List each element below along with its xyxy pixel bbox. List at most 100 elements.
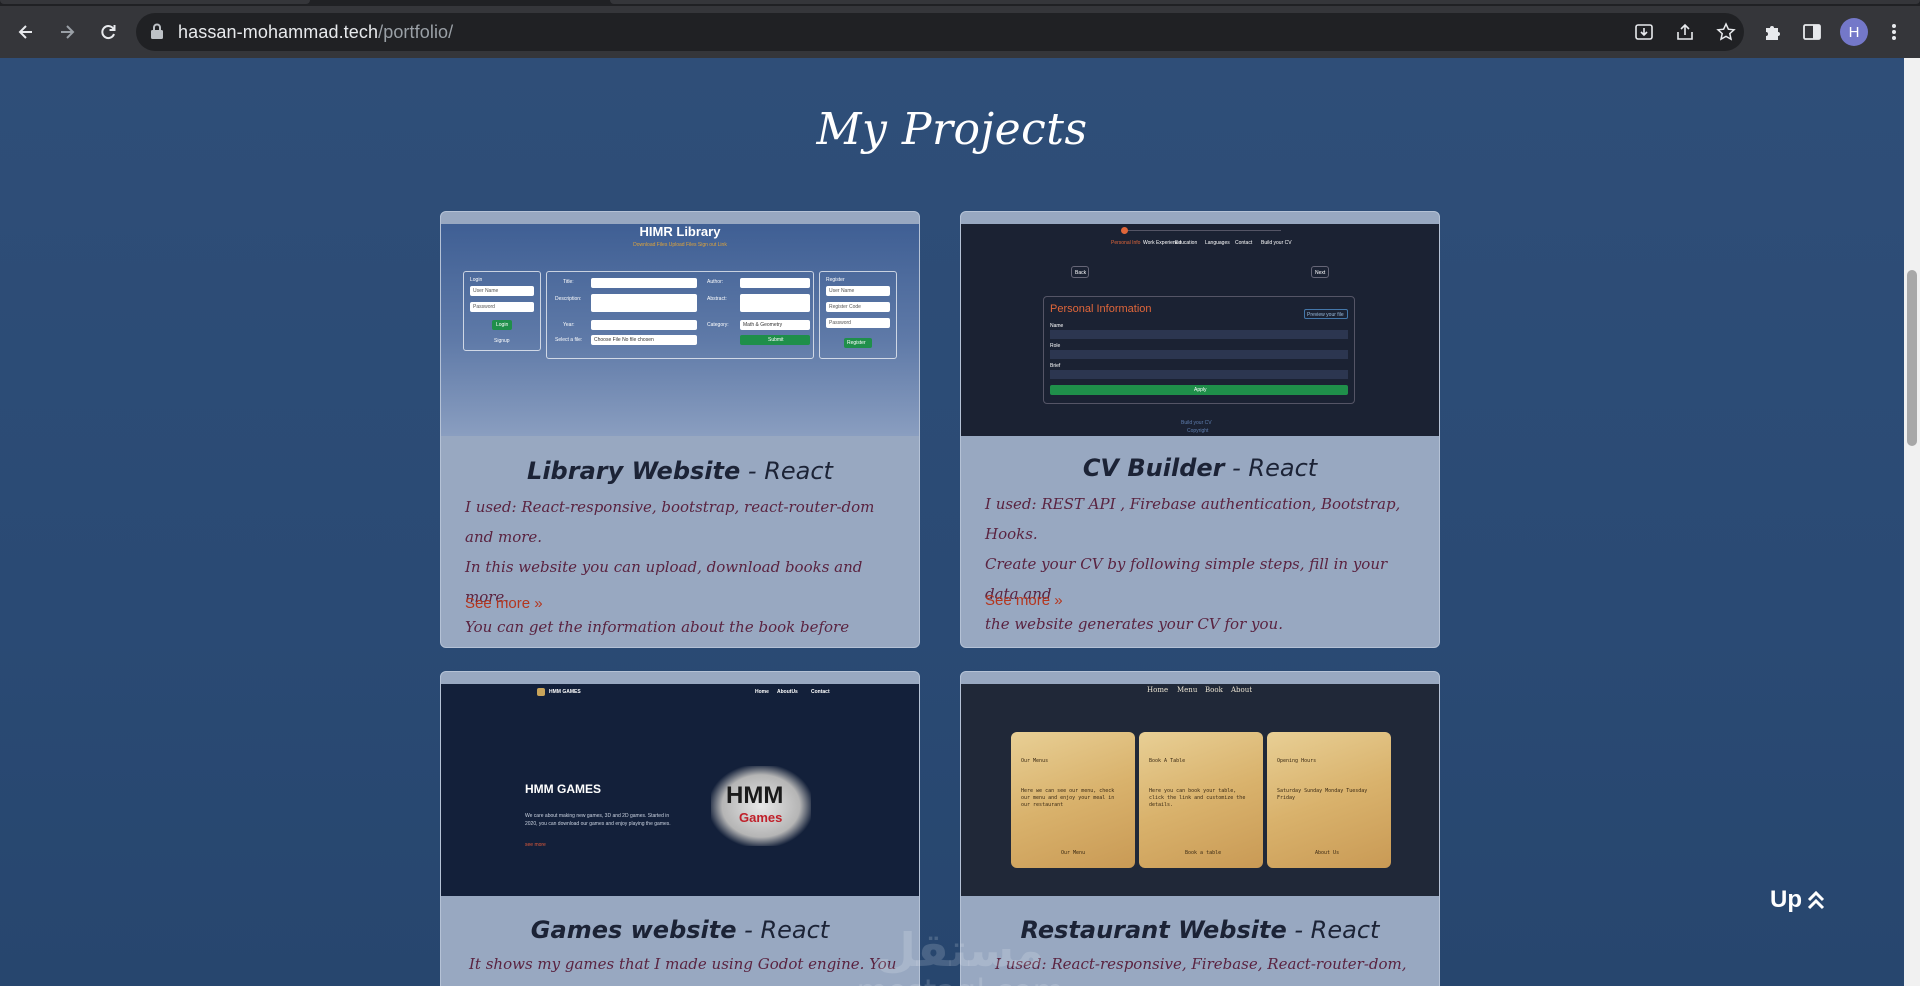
preview-category-field: Math & Geometry bbox=[740, 320, 810, 330]
preview-step-line bbox=[1121, 230, 1281, 231]
preview-nav-item: Book bbox=[1205, 686, 1223, 694]
address-bar[interactable]: hassan-mohammad.tech/portfolio/ bbox=[136, 13, 1744, 51]
preview-nav-item: AboutUs bbox=[777, 689, 798, 695]
preview-logo-bottom: Games bbox=[739, 810, 783, 825]
page-scrollbar[interactable] bbox=[1904, 58, 1920, 986]
share-icon bbox=[1677, 23, 1693, 40]
preview-file-field: Choose File No file chosen bbox=[591, 335, 697, 345]
preview-links: Download Files Upload Files Sign out Lin… bbox=[633, 242, 727, 248]
browser-menu-button[interactable] bbox=[1882, 20, 1906, 44]
preview-hero-title: HMM GAMES bbox=[525, 782, 601, 796]
preview-reg-code-text: Register Code bbox=[829, 304, 861, 310]
extensions-button[interactable] bbox=[1760, 20, 1784, 44]
preview-next-text: Next bbox=[1315, 270, 1326, 276]
preview-step-dot bbox=[1121, 227, 1128, 234]
project-tech: - React bbox=[1232, 454, 1318, 482]
preview-reg-code: Register Code bbox=[826, 302, 890, 312]
project-name: CV Builder bbox=[1082, 454, 1225, 482]
side-panel-button[interactable] bbox=[1800, 20, 1824, 44]
preview-parchment-card: Opening Hours Saturday Sunday Monday Tue… bbox=[1267, 732, 1391, 868]
project-screenshot-cv[interactable]: Personal Info Work Experience Education … bbox=[961, 224, 1439, 436]
preview-year-field bbox=[591, 320, 697, 330]
preview-logo-top: HMM bbox=[726, 782, 784, 809]
see-more-link[interactable]: See more » bbox=[465, 595, 543, 612]
preview-submit-btn: Submit bbox=[740, 335, 810, 345]
preview-signup: Signup bbox=[494, 338, 510, 344]
share-button[interactable] bbox=[1673, 20, 1697, 44]
project-card-library: HIMR Library Download Files Upload Files… bbox=[440, 211, 920, 648]
preview-parchment-card: Book A Table Here you can book your tabl… bbox=[1139, 732, 1263, 868]
project-name: Games website bbox=[530, 916, 737, 944]
preview-file-link: Preview your file bbox=[1304, 309, 1348, 319]
preview-login-pass: Password bbox=[470, 302, 534, 312]
project-title: Library Website - React bbox=[441, 457, 919, 485]
preview-category-text: Math & Geometry bbox=[743, 322, 783, 328]
preview-register-btn-text: Register bbox=[847, 340, 866, 346]
project-name: Library Website bbox=[527, 457, 741, 485]
preview-parchment-title: Book A Table bbox=[1149, 758, 1186, 764]
preview-name-label: Name bbox=[1050, 323, 1064, 329]
preview-form-title: Personal Information bbox=[1050, 303, 1152, 315]
preview-footer-copy: Copyright bbox=[1187, 428, 1209, 434]
project-tech: - React bbox=[744, 916, 830, 944]
project-screenshot-games[interactable]: HMM GAMES Home AboutUs Contact HMM GAMES… bbox=[441, 684, 919, 896]
preview-brief-field bbox=[1050, 370, 1348, 379]
see-more-link[interactable]: See more » bbox=[985, 592, 1063, 609]
watermark: مستقل mostaql.com bbox=[840, 926, 1080, 986]
preview-apply-btn: Apply bbox=[1050, 385, 1348, 395]
preview-author-label: Author: bbox=[707, 279, 724, 285]
preview-step: Languages bbox=[1205, 240, 1230, 246]
browser-toolbar: hassan-mohammad.tech/portfolio/ H bbox=[0, 6, 1920, 58]
preview-nav-item: Home bbox=[1147, 686, 1169, 694]
preview-parchment-btn: About Us bbox=[1315, 850, 1340, 856]
side-panel-icon bbox=[1803, 24, 1821, 40]
preview-hero-link: see more bbox=[525, 842, 546, 848]
project-title: CV Builder - React bbox=[961, 454, 1439, 482]
scroll-up-button[interactable]: Up bbox=[1770, 886, 1826, 914]
back-button[interactable] bbox=[10, 16, 42, 48]
preview-submit-text: Submit bbox=[768, 337, 784, 343]
preview-abstract-label: Abstract: bbox=[707, 296, 727, 302]
project-card-cv-builder: Personal Info Work Experience Education … bbox=[960, 211, 1440, 648]
preview-nav-item: Home bbox=[755, 689, 769, 695]
url-text: hassan-mohammad.tech/portfolio/ bbox=[178, 22, 453, 43]
project-screenshot-library[interactable]: HIMR Library Download Files Upload Files… bbox=[441, 224, 919, 436]
scrollbar-thumb[interactable] bbox=[1907, 270, 1917, 446]
double-chevron-up-icon bbox=[1807, 890, 1825, 910]
preview-login-panel: Login User Name Password Login Signup bbox=[463, 271, 541, 351]
preview-parchment-body: Saturday Sunday Monday Tuesday Friday bbox=[1277, 788, 1368, 801]
project-tech: - React bbox=[1294, 916, 1380, 944]
project-description: I used: REST API , Firebase authenticati… bbox=[985, 489, 1425, 639]
tab-edge[interactable] bbox=[0, 0, 310, 4]
preview-nav-item: Contact bbox=[811, 689, 830, 695]
url-path: /portfolio/ bbox=[378, 22, 454, 42]
forward-button[interactable] bbox=[51, 16, 83, 48]
preview-role-label: Role bbox=[1050, 343, 1061, 349]
preview-step: Build your CV bbox=[1261, 240, 1292, 246]
bookmark-button[interactable] bbox=[1714, 20, 1738, 44]
preview-parchment-btn: Our Menu bbox=[1061, 850, 1086, 856]
preview-title-field bbox=[591, 278, 697, 288]
puzzle-icon bbox=[1766, 26, 1780, 40]
watermark-latin: mostaql.com bbox=[840, 974, 1080, 986]
install-app-button[interactable] bbox=[1632, 20, 1656, 44]
preview-login-user: User Name bbox=[470, 286, 534, 296]
preview-year-label: Year: bbox=[563, 322, 575, 328]
preview-reg-user-text: User Name bbox=[829, 288, 855, 294]
preview-parchment-body: Here we can see our menu, check our menu… bbox=[1021, 788, 1115, 808]
tab-edge[interactable] bbox=[610, 0, 1920, 4]
preview-file-link-text: Preview your file bbox=[1307, 312, 1344, 318]
arrow-left-icon bbox=[18, 25, 32, 39]
profile-avatar[interactable]: H bbox=[1840, 18, 1868, 46]
url-host: hassan-mohammad.tech bbox=[178, 22, 379, 42]
preview-back-text: Back bbox=[1075, 270, 1087, 276]
project-screenshot-restaurant[interactable]: Home Menu Book About Our Menus Here we c… bbox=[961, 684, 1439, 896]
preview-description-field bbox=[591, 294, 697, 312]
preview-register-btn: Register bbox=[844, 338, 872, 348]
project-description-line: You can get the information about the bo… bbox=[465, 618, 850, 636]
preview-brand: HMM GAMES bbox=[549, 689, 581, 695]
install-icon bbox=[1635, 24, 1653, 40]
preview-category-label: Category: bbox=[707, 322, 729, 328]
arrow-right-icon bbox=[61, 25, 75, 39]
reload-button[interactable] bbox=[92, 16, 124, 48]
